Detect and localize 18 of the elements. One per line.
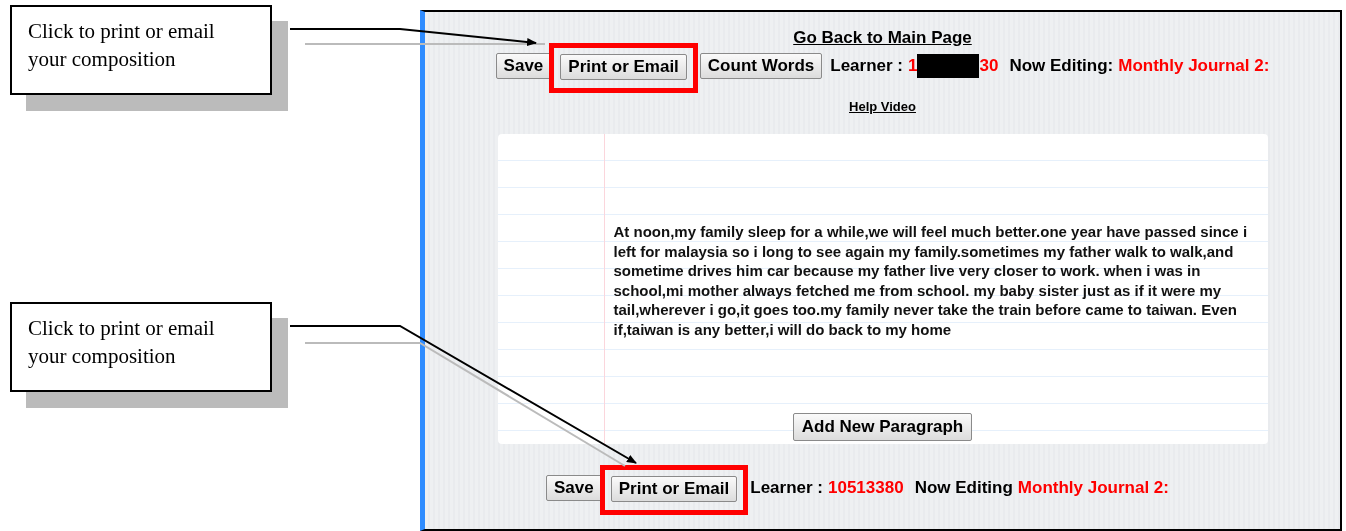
editing-title: Monthly Journal 2: — [1017, 477, 1169, 498]
save-button[interactable]: Save — [495, 52, 552, 79]
print-button[interactable]: Print or Email — [560, 54, 687, 80]
add-paragraph-button[interactable]: Add New Paragraph — [792, 413, 973, 441]
learner-label: Learner : — [830, 55, 903, 76]
editing-title: Monthly Journal 2: — [1118, 55, 1270, 76]
learner-label: Learner : — [750, 477, 823, 498]
editing-label: Now Editing — [914, 477, 1013, 498]
count-words-button[interactable]: Count Words — [699, 52, 823, 79]
learner-id: 1 — [908, 55, 918, 76]
help-video-link[interactable]: Help Video — [849, 99, 916, 114]
print-button[interactable]: Print or Email — [610, 476, 738, 502]
editing-label: Now Editing: — [1009, 55, 1114, 76]
save-button[interactable]: Save — [546, 474, 602, 501]
learner-id: 30 — [979, 55, 999, 76]
composition-text: At noon,my family sleep for a while,we will feel much better.one year have passed since i left for malaysia so i long to see again my family.sometimes my father walk to walk,and sometime drives him car because my father live very closer to work. when i was in school,mi mother always fetched me from school. my baby sister just as if it were my tail,wherever i go,it goes too.my family never take the train before came to taiwan. Even if,taiwan is any better,i will do back to my home — [613, 222, 1249, 340]
back-link[interactable]: Go Back to Main Page — [793, 28, 972, 48]
learner-id: 10513380 — [828, 477, 904, 498]
